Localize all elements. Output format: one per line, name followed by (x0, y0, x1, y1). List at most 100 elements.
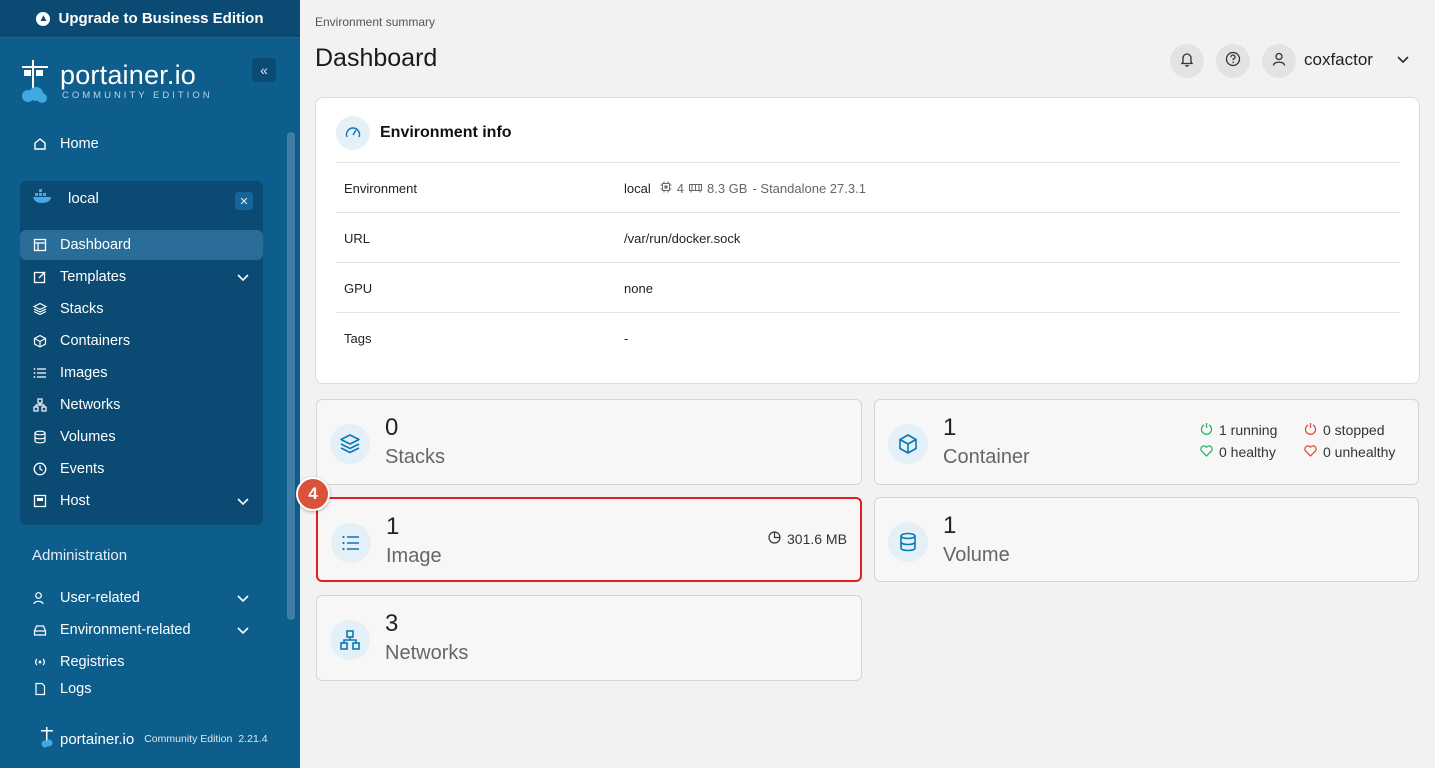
upgrade-label: Upgrade to Business Edition (58, 10, 264, 27)
power-icon (1304, 422, 1317, 438)
host-icon (32, 493, 48, 509)
container-icon (32, 333, 48, 349)
file-icon (32, 681, 48, 697)
close-environment-button[interactable]: ✕ (235, 192, 253, 210)
sidebar-item-label: Networks (60, 397, 121, 413)
chevron-down-icon (237, 591, 249, 607)
help-button[interactable] (1216, 44, 1250, 78)
radio-icon (32, 654, 48, 670)
notifications-button[interactable] (1170, 44, 1204, 78)
sidebar-item-label: Environment-related (60, 622, 191, 638)
sidebar-item-host[interactable]: Host (20, 486, 263, 516)
clock-icon (32, 461, 48, 477)
portainer-logo[interactable]: portainer.io COMMUNITY EDITION (18, 58, 213, 104)
stacks-icon (330, 424, 370, 464)
sidebar-item-registries[interactable]: Registries (20, 647, 263, 677)
sidebar-item-networks[interactable]: Networks (20, 390, 263, 420)
networks-icon (330, 620, 370, 660)
sidebar-item-home[interactable]: Home (20, 129, 263, 159)
stacks-icon (32, 301, 48, 317)
environment-name: local (68, 189, 99, 207)
chevron-down-icon (237, 270, 249, 286)
footer-edition: Community Edition (144, 733, 233, 745)
upgrade-banner[interactable]: ▲ Upgrade to Business Edition (0, 0, 300, 38)
cpu-count: 4 (676, 181, 684, 196)
sidebar-item-environment-related[interactable]: Environment-related (20, 615, 263, 645)
environment-info-card: Environment info Environment local 4 8.3… (315, 97, 1420, 384)
power-icon (1200, 422, 1213, 438)
stacks-label: Stacks (385, 446, 446, 468)
sidebar-item-images[interactable]: Images (20, 358, 263, 388)
info-key: Tags (344, 331, 372, 346)
bell-icon (1179, 51, 1195, 72)
info-row-url: URL /var/run/docker.sock (336, 212, 1400, 262)
sidebar-item-label: Events (60, 461, 105, 477)
images-size-value: 301.6 MB (787, 531, 847, 547)
networks-tile[interactable]: 3 Networks (316, 595, 862, 681)
docker-icon (32, 188, 54, 208)
images-tile[interactable]: 1 Image 301.6 MB (316, 497, 862, 582)
networks-label: Networks (385, 642, 469, 664)
portainer-small-icon (40, 726, 54, 752)
close-icon: ✕ (239, 195, 249, 208)
sidebar-item-stacks[interactable]: Stacks (20, 294, 263, 324)
memory-icon (688, 181, 702, 196)
images-size: 301.6 MB (768, 531, 847, 547)
heart-icon (1304, 444, 1317, 460)
containers-tile[interactable]: 1 Container 1 running 0 stopped 0 health… (874, 399, 1419, 485)
stacks-tile[interactable]: 0 Stacks (316, 399, 862, 485)
images-count: 1 (386, 513, 400, 540)
environment-info-title: Environment info (380, 124, 512, 141)
sidebar-item-volumes[interactable]: Volumes (20, 422, 263, 452)
info-key: Environment (344, 181, 417, 196)
page-title: Dashboard (315, 44, 438, 72)
sidebar-scrollbar[interactable] (287, 132, 295, 620)
chevron-down-icon (237, 623, 249, 639)
environment-header[interactable]: local (32, 188, 99, 208)
footer-brand: portainer.io (60, 730, 135, 748)
sidebar-item-label: Logs (60, 681, 92, 697)
images-label: Image (386, 545, 442, 567)
volumes-tile[interactable]: 1 Volume (874, 497, 1419, 582)
sidebar-item-label: Images (60, 365, 108, 381)
home-icon (32, 136, 48, 152)
unhealthy-count: 0 unhealthy (1323, 444, 1396, 460)
drive-icon (32, 622, 48, 638)
sidebar-item-user-related[interactable]: User-related (20, 583, 263, 613)
sidebar-item-templates[interactable]: Templates (20, 262, 263, 292)
networks-icon (32, 397, 48, 413)
gauge-icon (336, 116, 370, 150)
environment-mode: - Standalone 27.3.1 (752, 181, 866, 196)
running-count: 1 running (1219, 422, 1278, 438)
pie-chart-icon (768, 531, 781, 547)
breadcrumb: Environment summary (315, 15, 436, 29)
user-avatar[interactable] (1262, 44, 1296, 78)
volumes-icon (32, 429, 48, 445)
arrow-up-circle-icon: ▲ (36, 11, 51, 26)
sidebar-footer: portainer.io Community Edition 2.21.4 (40, 726, 268, 752)
memory-size: 8.3 GB (706, 181, 748, 196)
volumes-count: 1 (943, 512, 957, 539)
user-icon (1271, 51, 1287, 72)
templates-icon (32, 269, 48, 285)
sidebar: ▲ Upgrade to Business Edition portainer.… (0, 0, 300, 768)
user-icon (32, 590, 48, 606)
container-icon (888, 424, 928, 464)
sidebar-item-containers[interactable]: Containers (20, 326, 263, 356)
running-status: 1 running (1200, 422, 1277, 438)
chevron-down-icon[interactable] (1396, 52, 1410, 70)
collapse-sidebar-button[interactable]: « (252, 58, 276, 82)
user-menu[interactable]: coxfactor (1304, 50, 1373, 70)
sidebar-item-label: Stacks (60, 301, 104, 317)
help-circle-icon (1225, 51, 1241, 72)
sidebar-item-events[interactable]: Events (20, 454, 263, 484)
brand-name: portainer.io (60, 60, 196, 90)
administration-heading: Administration (32, 547, 128, 564)
info-row-tags: Tags - (336, 312, 1400, 362)
info-row-gpu: GPU none (336, 262, 1400, 312)
info-value: /var/run/docker.sock (624, 231, 741, 246)
sidebar-item-logs[interactable]: Logs (20, 679, 263, 699)
info-value: local 4 8.3 GB - Standalone 27.3.1 (624, 181, 866, 196)
sidebar-item-dashboard[interactable]: Dashboard (20, 230, 263, 260)
footer-version: 2.21.4 (238, 733, 268, 745)
